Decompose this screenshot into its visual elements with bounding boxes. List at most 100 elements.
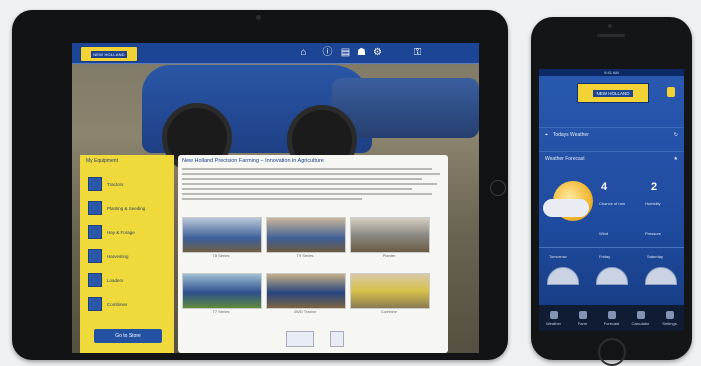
seeder-icon bbox=[88, 201, 102, 215]
row-label: Todays Weather bbox=[552, 132, 589, 138]
thumbnail-caption: T7 Series bbox=[212, 309, 230, 314]
tab-label: Calculator bbox=[631, 320, 650, 326]
forecast-header: Weather Forecast ★ bbox=[539, 151, 684, 166]
calculator-tab-icon bbox=[636, 310, 645, 319]
sidebar-item-label: Combines bbox=[107, 301, 128, 307]
tab-settings[interactable]: Settings bbox=[655, 305, 684, 331]
tablet-nav-bar: NEW HOLLAND ⌂ ⓘ ▤ ☗ ⚙ ⚿ bbox=[72, 43, 479, 64]
tab-forecast[interactable]: Forecast bbox=[597, 305, 626, 331]
info-icon[interactable]: ⓘ bbox=[322, 47, 333, 58]
farm-tab-icon bbox=[578, 310, 587, 319]
thumbnail-caption: T8 Series bbox=[212, 253, 230, 258]
store-button[interactable]: Go to Store bbox=[94, 329, 162, 343]
sidebar-item-planting[interactable]: Planting & Seeding bbox=[88, 201, 168, 215]
thumbnail-caption: T9 Series bbox=[296, 253, 314, 258]
gauge-icon[interactable] bbox=[645, 267, 677, 285]
sidebar-item-label: Loaders bbox=[107, 277, 124, 283]
settings-icon[interactable]: ⚙ bbox=[372, 47, 383, 58]
action-button[interactable] bbox=[286, 331, 314, 347]
sidebar-item-harvesting[interactable]: Harvesting bbox=[88, 249, 168, 263]
tablet-camera bbox=[256, 15, 261, 20]
temperature-value-secondary: 2 bbox=[651, 181, 658, 193]
tab-bar: Weather Farm Forecast Calculator Setting… bbox=[539, 305, 684, 331]
logo-text: NEW HOLLAND bbox=[593, 89, 633, 97]
weather-detail: Humidity bbox=[645, 201, 661, 206]
tab-calculator[interactable]: Calculator bbox=[626, 305, 655, 331]
thumbnail-caption: 4WD Tractor bbox=[293, 309, 317, 314]
thumbnail-caption: Combine bbox=[380, 309, 397, 314]
sidebar-item-label: Hay & Forage bbox=[107, 229, 135, 235]
text-line bbox=[182, 193, 432, 195]
text-line bbox=[182, 178, 422, 180]
tab-label: Farm bbox=[577, 320, 588, 326]
tab-label: Forecast bbox=[603, 320, 620, 326]
sidebar-title: My Equipment bbox=[86, 158, 118, 164]
product-thumbnail[interactable] bbox=[182, 273, 262, 309]
tablet-screen: NEW HOLLAND ⌂ ⓘ ▤ ☗ ⚙ ⚿ My Equipment Tra… bbox=[72, 43, 479, 353]
phone-home-button[interactable] bbox=[598, 338, 626, 366]
lock-icon[interactable]: ⚿ bbox=[412, 47, 423, 58]
phone-screen: 9:41 AM NEW HOLLAND ⌖ Todays Weather ↻ W… bbox=[539, 69, 684, 331]
sidebar-item-hay[interactable]: Hay & Forage bbox=[88, 225, 168, 239]
gauge-icon[interactable] bbox=[596, 267, 628, 285]
new-holland-logo[interactable]: NEW HOLLAND bbox=[577, 83, 649, 103]
product-thumbnail[interactable] bbox=[182, 217, 262, 253]
cloud-icon bbox=[543, 199, 589, 217]
text-line bbox=[182, 168, 432, 170]
tablet-home-button[interactable] bbox=[490, 180, 506, 196]
phone-camera bbox=[608, 24, 612, 28]
home-icon[interactable]: ⌂ bbox=[298, 47, 309, 58]
alert-icon[interactable] bbox=[667, 87, 675, 97]
tractor-icon bbox=[88, 177, 102, 191]
text-line bbox=[182, 173, 440, 175]
row-label: Weather Forecast bbox=[545, 156, 585, 162]
refresh-icon[interactable]: ↻ bbox=[674, 132, 678, 138]
temperature-value: 4 bbox=[601, 181, 608, 193]
sidebar-item-label: Planting & Seeding bbox=[107, 205, 146, 211]
star-icon[interactable]: ★ bbox=[674, 156, 678, 162]
phone-device: 9:41 AM NEW HOLLAND ⌖ Todays Weather ↻ W… bbox=[531, 17, 692, 366]
forecast-day-label: Tomorrow bbox=[549, 254, 567, 259]
tablet-device: NEW HOLLAND ⌂ ⓘ ▤ ☗ ⚙ ⚿ My Equipment Tra… bbox=[12, 10, 508, 360]
forecast-day-label: Friday bbox=[599, 254, 611, 259]
document-icon[interactable]: ▤ bbox=[340, 47, 351, 58]
divider bbox=[539, 247, 684, 248]
weather-detail: Wind bbox=[599, 231, 609, 236]
tab-weather[interactable]: Weather bbox=[539, 305, 568, 331]
product-thumbnail[interactable] bbox=[266, 273, 346, 309]
location-icon: ⌖ bbox=[545, 132, 548, 138]
sidebar-item-label: Harvesting bbox=[107, 253, 129, 259]
share-icon[interactable] bbox=[330, 331, 344, 347]
settings-tab-icon bbox=[665, 310, 674, 319]
sidebar-item-combines[interactable]: Combines bbox=[88, 297, 168, 311]
loader-icon bbox=[88, 273, 102, 287]
tab-label: Settings bbox=[662, 320, 677, 326]
phone-speaker bbox=[597, 34, 625, 37]
weather-row[interactable]: ⌖ Todays Weather ↻ bbox=[539, 127, 684, 142]
tab-farm[interactable]: Farm bbox=[568, 305, 597, 331]
product-thumbnail[interactable] bbox=[350, 217, 430, 253]
sidebar-item-tractors[interactable]: Tractors bbox=[88, 177, 168, 191]
text-line bbox=[182, 183, 437, 185]
sidebar: My Equipment Tractors Planting & Seeding… bbox=[80, 155, 174, 353]
text-line bbox=[182, 188, 412, 190]
tab-label: Weather bbox=[545, 320, 562, 326]
sidebar-item-loaders[interactable]: Loaders bbox=[88, 273, 168, 287]
text-line bbox=[182, 198, 362, 200]
sidebar-item-label: Tractors bbox=[107, 181, 124, 187]
thumbnail-caption: Planter bbox=[382, 253, 396, 258]
user-icon[interactable]: ☗ bbox=[356, 47, 367, 58]
product-thumbnail[interactable] bbox=[350, 273, 430, 309]
content-title: New Holland Precision Farming – Innovati… bbox=[182, 158, 324, 164]
weather-tab-icon bbox=[549, 310, 558, 319]
status-bar: 9:41 AM bbox=[539, 69, 684, 76]
product-thumbnail[interactable] bbox=[266, 217, 346, 253]
harvester-icon bbox=[88, 249, 102, 263]
combine-icon bbox=[88, 297, 102, 311]
forecast-day-label: Saturday bbox=[647, 254, 664, 259]
gauge-icon[interactable] bbox=[547, 267, 579, 285]
logo-text: NEW HOLLAND bbox=[91, 50, 127, 58]
weather-detail: Chance of rain bbox=[599, 201, 626, 206]
weather-detail: Pressure bbox=[645, 231, 662, 236]
new-holland-logo[interactable]: NEW HOLLAND bbox=[80, 46, 138, 62]
